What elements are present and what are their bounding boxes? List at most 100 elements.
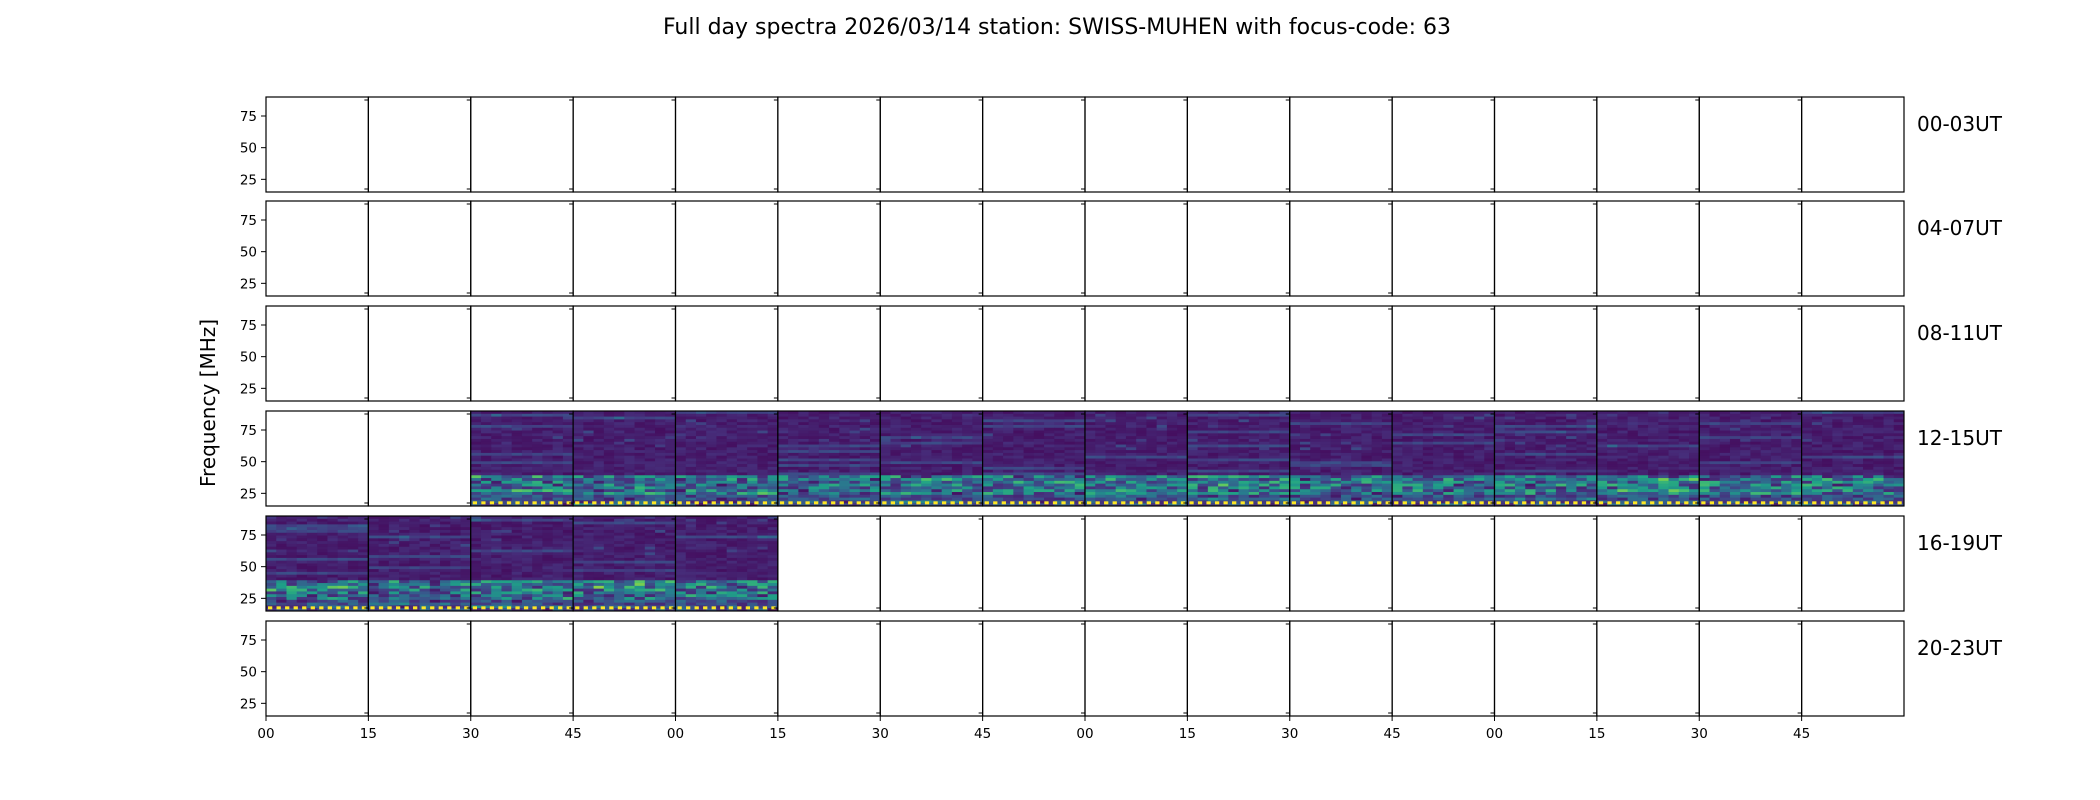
spectrum-cell [818, 452, 830, 457]
spectrum-cell [480, 478, 492, 482]
spectrum-cell [706, 469, 717, 473]
spectrum-cell [1289, 416, 1301, 420]
spectrum-cell [870, 480, 881, 485]
spectrum-cell [1105, 478, 1117, 482]
spectrum-cell [1003, 461, 1014, 465]
spectrum-cell [1770, 413, 1782, 417]
spectrum-cell [1074, 422, 1086, 426]
spectrum-cell [1494, 461, 1506, 465]
spectrum-cell [1453, 438, 1465, 443]
spectrum-cell [1085, 433, 1096, 437]
spectrum-cell [1381, 466, 1393, 471]
marker-band [1445, 501, 1450, 505]
spectrum-cell [910, 486, 922, 490]
spectrum-cell [655, 413, 666, 417]
spectrum-cell [1279, 458, 1291, 462]
spectrum-cell [859, 433, 871, 437]
spectrum-cell [1648, 455, 1659, 459]
spectrum-cell [736, 450, 748, 454]
spectrum-cell [542, 486, 554, 490]
spectrum-cell [1545, 452, 1557, 457]
spectrum-cell [1351, 422, 1362, 426]
spectrum-cell [1494, 422, 1506, 426]
spectrum-cell [1023, 441, 1035, 445]
spectrum-cell [1443, 489, 1454, 493]
spectrum-cell [1494, 466, 1506, 471]
spectrum-cell [542, 452, 554, 457]
spectrum-cell [1064, 480, 1076, 485]
marker-band [541, 501, 546, 505]
spectrum-cell [777, 458, 789, 462]
spectrum-cell [1474, 447, 1485, 451]
spectrum-cell [1555, 466, 1567, 471]
spectrum-cell [1371, 472, 1383, 476]
spectrum-cell [634, 489, 646, 493]
spectrum-cell [962, 416, 973, 420]
spectrum-cell [1566, 438, 1577, 443]
marker-band [1530, 501, 1535, 505]
marker-band [1163, 501, 1169, 505]
spectrum-cell [634, 478, 646, 482]
spectrum-cell [1259, 419, 1270, 423]
spectrum-cell [931, 413, 943, 417]
spectrum-cell [593, 483, 605, 487]
spectrum-cell [1863, 416, 1874, 420]
spectrum-cell [1392, 441, 1403, 445]
spectrum-cell [1658, 492, 1669, 496]
spectrum-cell [757, 413, 769, 417]
spectrum-cell [1699, 436, 1710, 440]
spectrum-cell [552, 486, 564, 490]
spectrum-cell [1330, 494, 1342, 499]
spectrum-cell [1699, 497, 1710, 501]
spectrum-cell [593, 458, 605, 462]
chart-title: Full day spectra 2026/03/14 station: SWI… [663, 15, 1451, 40]
spectrum-cell [1729, 455, 1741, 459]
spectrum-cell [849, 422, 861, 426]
spectrum-cell [1197, 422, 1209, 426]
spectrum-cell [1146, 458, 1158, 462]
spectrum-cell [1576, 452, 1588, 457]
spectrum-cell [1576, 486, 1588, 490]
spectrum-cell [962, 492, 973, 496]
spectrum-cell [921, 430, 932, 434]
spectrum-cell [491, 450, 502, 454]
spectrum-cell [1494, 447, 1506, 451]
spectrum-cell [1719, 492, 1731, 496]
spectrum-cell [1228, 489, 1239, 493]
spectrum-cell [511, 436, 523, 440]
spectrum-cell [1689, 466, 1700, 471]
spectrum-cell [982, 466, 994, 471]
marker-band [1035, 501, 1041, 505]
spectrum-cell [910, 478, 922, 482]
spectrum-cell [962, 436, 973, 440]
spectrum-cell [798, 430, 809, 434]
spectrum-cell [470, 416, 482, 420]
spectrum-cell [818, 413, 830, 417]
spectrum-cell [777, 455, 789, 459]
spectrum-cell [726, 422, 738, 426]
spectrum-cell [491, 438, 502, 443]
spectrum-cell [1525, 489, 1536, 493]
spectrum-cell [880, 438, 891, 443]
spectrum-cell [1197, 458, 1209, 462]
spectrum-cell [603, 416, 615, 420]
spectrum-cell [839, 447, 850, 451]
spectrum-cell [624, 419, 635, 423]
spectrum-cell [1514, 441, 1526, 445]
spectrum-cell [1269, 444, 1280, 448]
spectrum-cell [1627, 447, 1639, 451]
spectrum-cell [1177, 469, 1188, 473]
spectrum-cell [849, 430, 861, 434]
spectrum-cell [757, 494, 769, 499]
spectrum-cell [1740, 469, 1751, 473]
spectrum-cell [716, 461, 728, 465]
spectrum-cell [1166, 447, 1178, 451]
spectrum-cell [1238, 492, 1250, 496]
spectrum-cell [1586, 424, 1598, 429]
spectrum-cell [1371, 447, 1383, 451]
spectrum-cell [1095, 444, 1106, 448]
spectrum-cell [593, 422, 605, 426]
marker-band [941, 501, 947, 505]
spectrum-cell [716, 497, 728, 501]
spectrum-cell [1586, 486, 1598, 490]
